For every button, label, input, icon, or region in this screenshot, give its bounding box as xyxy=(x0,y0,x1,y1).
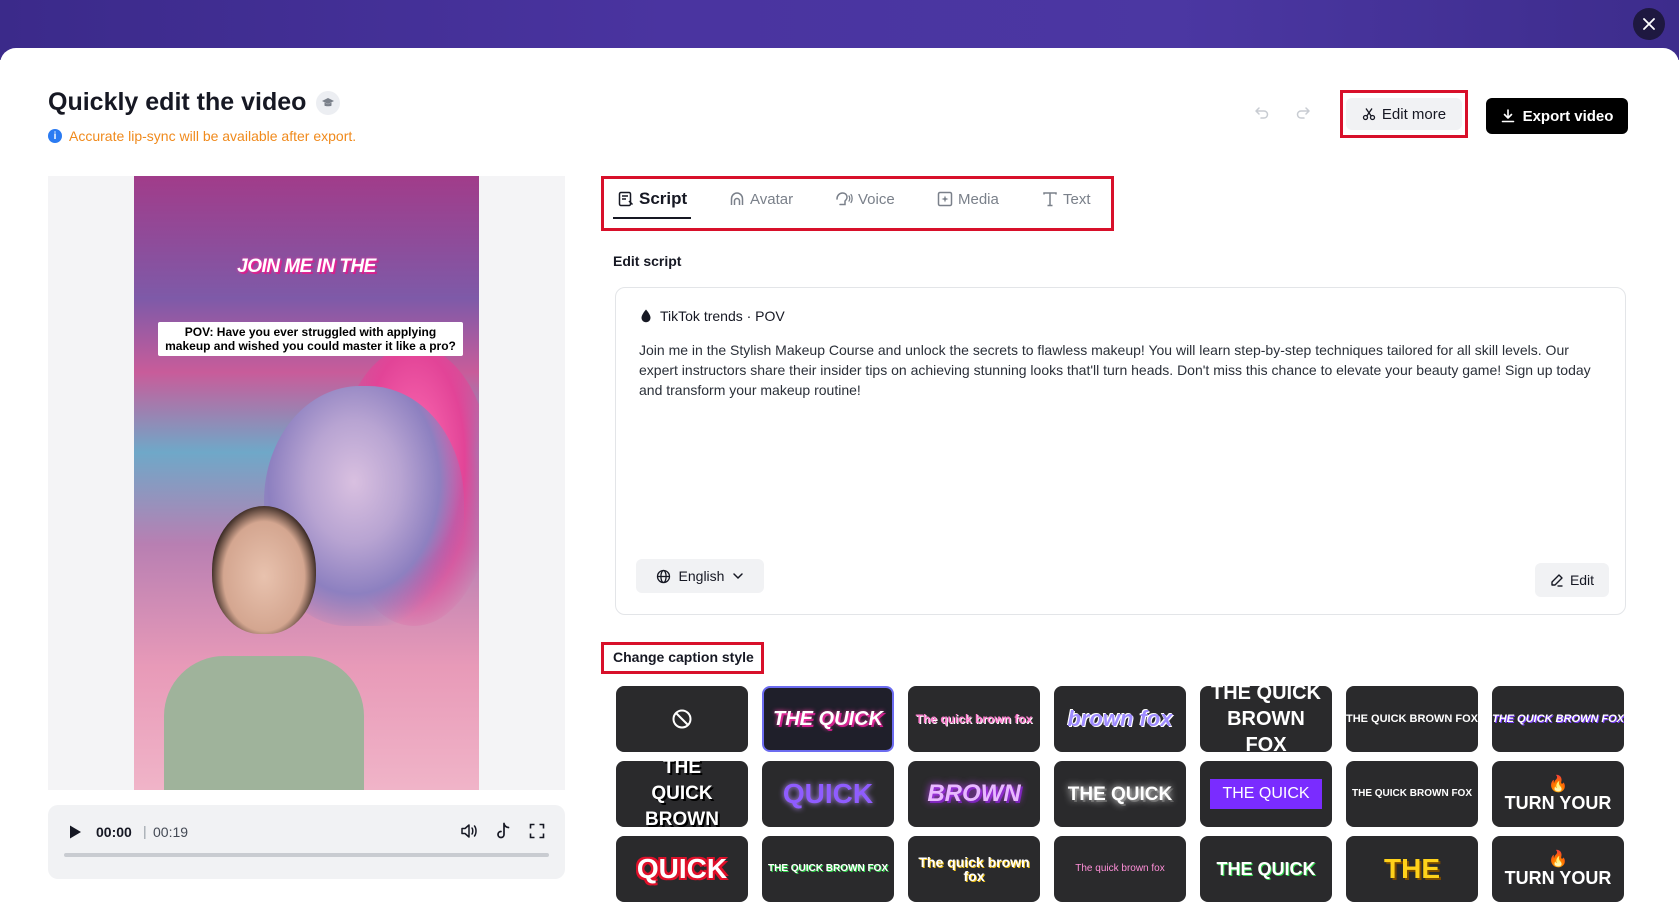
language-selector[interactable]: English xyxy=(636,559,764,593)
active-tab-indicator xyxy=(613,217,691,219)
play-button[interactable] xyxy=(66,823,84,841)
caption-style-tile[interactable]: THE QUICK xyxy=(762,686,894,752)
script-icon xyxy=(618,191,634,207)
avatar-presenter xyxy=(164,506,364,790)
current-time: 00:00 xyxy=(96,824,132,840)
caption-style-tile[interactable]: THE QUICK xyxy=(1054,761,1186,827)
caption-style-tile[interactable]: THE QUICK BROWN FOX xyxy=(1346,761,1478,827)
tab-avatar-label: Avatar xyxy=(750,190,794,208)
volume-button[interactable] xyxy=(458,820,480,842)
edit-script-label: Edit script xyxy=(613,253,682,269)
tiktok-button[interactable] xyxy=(492,820,514,842)
video-player-controls: 00:00 | 00:19 xyxy=(48,805,565,879)
progress-bar[interactable] xyxy=(64,853,549,857)
media-icon xyxy=(937,191,953,207)
caption-style-none[interactable] xyxy=(616,686,748,752)
notice-text: Accurate lip-sync will be available afte… xyxy=(69,128,357,144)
redo-icon xyxy=(1296,107,1310,119)
scissors-icon xyxy=(1362,108,1376,121)
tab-media-label: Media xyxy=(958,190,999,208)
caption-style-tile[interactable]: 🔥 TURN YOUR xyxy=(1492,761,1624,827)
export-video-button[interactable]: Export video xyxy=(1486,98,1628,134)
fire-icon: 🔥 xyxy=(1548,851,1568,868)
tab-script-label: Script xyxy=(639,189,688,208)
play-icon xyxy=(70,825,81,839)
tab-script[interactable]: Script xyxy=(618,188,687,210)
none-icon xyxy=(672,709,692,729)
caption-style-grid: THE QUICK The quick brown fox brown fox … xyxy=(616,686,1624,902)
caption-style-tile[interactable]: QUICK xyxy=(762,761,894,827)
caption-style-tile[interactable]: brown fox xyxy=(1054,686,1186,752)
tab-avatar[interactable]: Avatar xyxy=(729,188,793,210)
script-source: TikTok trends · POV xyxy=(640,308,785,324)
caption-style-tile[interactable]: BROWN xyxy=(908,761,1040,827)
page-title: Quickly edit the video xyxy=(48,88,307,116)
tab-text-label: Text xyxy=(1063,190,1091,208)
caption-style-tile[interactable]: QUICK xyxy=(616,836,748,902)
caption-style-tile[interactable]: THE xyxy=(1346,836,1478,902)
lip-sync-notice: i Accurate lip-sync will be available af… xyxy=(48,128,356,144)
chevron-down-icon xyxy=(733,573,744,580)
tiktok-icon xyxy=(497,822,510,839)
pencil-icon xyxy=(1551,574,1563,587)
edit-more-label: Edit more xyxy=(1381,105,1447,123)
fire-icon: 🔥 xyxy=(1548,776,1568,793)
download-icon xyxy=(1501,109,1514,123)
close-icon xyxy=(1643,18,1655,30)
time-separator: | xyxy=(143,823,147,839)
voice-icon xyxy=(836,192,853,206)
fullscreen-icon xyxy=(529,823,545,839)
caption-style-tile[interactable]: The quick brown fox xyxy=(1054,836,1186,902)
script-source-label: TikTok trends · POV xyxy=(660,308,785,324)
video-canvas[interactable]: JOIN ME IN THE POV: Have you ever strugg… xyxy=(134,176,479,790)
text-icon xyxy=(1043,192,1057,207)
avatar-icon xyxy=(730,192,744,205)
caption-style-tile[interactable]: The quick brown fox xyxy=(908,686,1040,752)
script-text[interactable]: Join me in the Stylish Makeup Course and… xyxy=(639,340,1603,400)
volume-icon xyxy=(461,824,477,838)
export-video-label: Export video xyxy=(1522,107,1614,125)
caption-style-tile[interactable]: THE QUICK BROWN FOX xyxy=(1346,686,1478,752)
video-preview-panel: JOIN ME IN THE POV: Have you ever strugg… xyxy=(48,176,565,790)
script-editor: TikTok trends · POV Join me in the Styli… xyxy=(615,287,1626,615)
hook-text: JOIN ME IN THE xyxy=(237,256,376,277)
tab-media[interactable]: Media xyxy=(937,188,999,210)
tutorial-icon[interactable] xyxy=(316,90,341,115)
close-button[interactable] xyxy=(1633,8,1665,40)
change-caption-style-label: Change caption style xyxy=(613,649,754,665)
tab-text[interactable]: Text xyxy=(1042,188,1091,210)
caption-style-tile[interactable]: 🔥 TURN YOUR xyxy=(1492,836,1624,902)
undo-button[interactable] xyxy=(1251,102,1273,124)
caption-style-tile[interactable]: THE QUICK BROWN FOX xyxy=(1492,686,1624,752)
redo-button[interactable] xyxy=(1292,102,1314,124)
edit-label: Edit xyxy=(1569,572,1595,588)
tab-voice-label: Voice xyxy=(858,190,895,208)
caption-style-tile[interactable]: THE QUICK BROWN FOX xyxy=(762,836,894,902)
caption-style-tile[interactable]: THE QUICK BROWN xyxy=(616,761,748,827)
caption-style-tile[interactable]: The quick brown fox xyxy=(908,836,1040,902)
language-label: English xyxy=(678,568,725,584)
edit-script-button[interactable]: Edit xyxy=(1535,563,1609,597)
tab-voice[interactable]: Voice xyxy=(835,188,895,210)
globe-icon xyxy=(656,569,670,583)
tiktok-drop-icon xyxy=(641,309,651,323)
caption-style-tile[interactable]: THE QUICK BROWN FOX xyxy=(1200,686,1332,752)
caption-style-tile[interactable]: THE QUICK xyxy=(1200,836,1332,902)
undo-icon xyxy=(1255,107,1269,119)
edit-more-button[interactable]: Edit more xyxy=(1346,98,1462,130)
fullscreen-button[interactable] xyxy=(526,820,548,842)
caption-style-tile[interactable]: THE QUICK xyxy=(1200,761,1332,827)
info-icon: i xyxy=(48,129,62,143)
total-time: 00:19 xyxy=(153,824,189,840)
video-caption: POV: Have you ever struggled with applyi… xyxy=(158,322,463,356)
